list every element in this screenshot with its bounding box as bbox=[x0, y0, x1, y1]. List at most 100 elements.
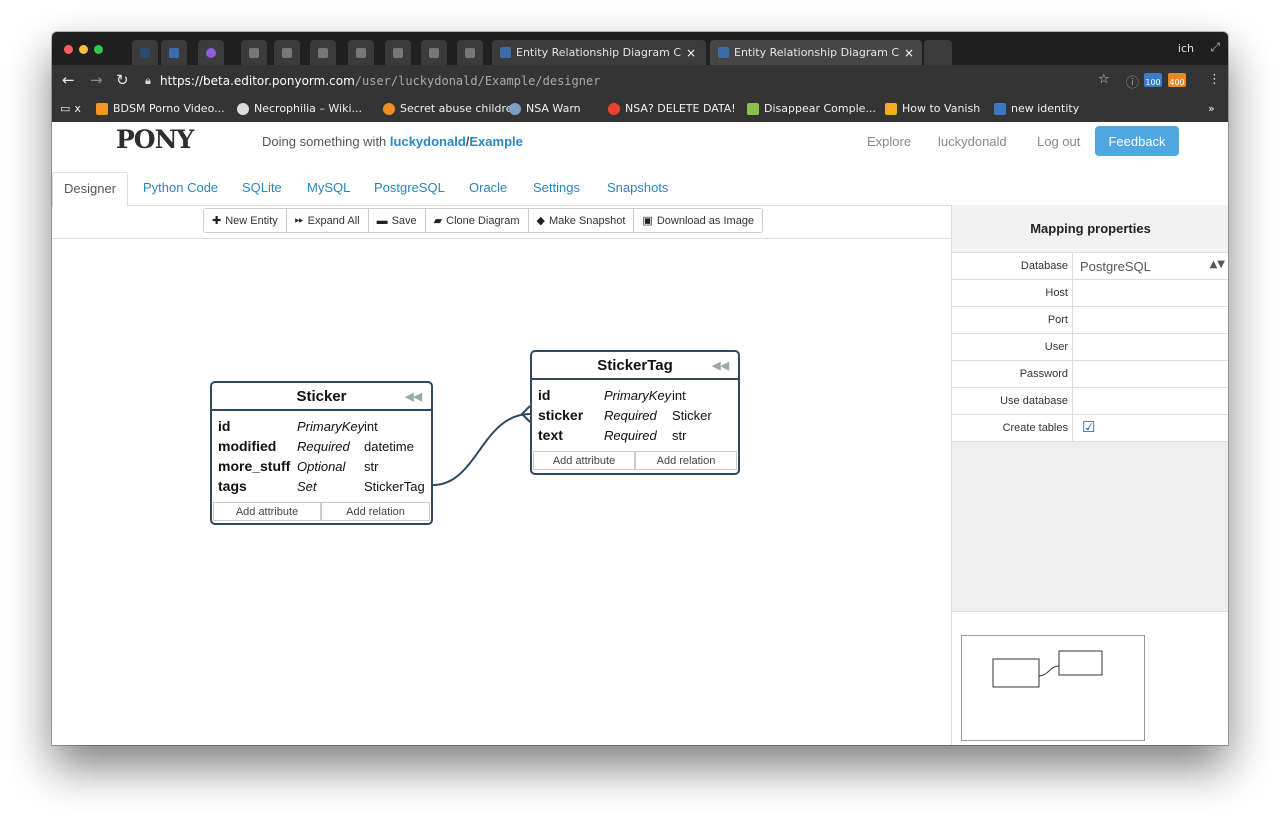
property-row-password: Password bbox=[952, 361, 1228, 388]
tab-title: Entity Relationship Diagram C bbox=[734, 46, 900, 59]
attr-name[interactable]: modified bbox=[218, 438, 276, 454]
close-icon[interactable]: × bbox=[686, 46, 696, 60]
attr-type: int bbox=[364, 419, 378, 434]
app-icon bbox=[206, 47, 216, 58]
database-select[interactable]: PostgreSQL bbox=[1080, 259, 1151, 274]
property-label: Port bbox=[952, 307, 1073, 333]
add-attribute-button[interactable]: Add attribute bbox=[213, 502, 321, 521]
reload-button[interactable]: ↻ bbox=[116, 71, 129, 89]
add-relation-button[interactable]: Add relation bbox=[635, 451, 737, 470]
property-row-host: Host bbox=[952, 280, 1228, 307]
collapse-icon[interactable]: ◀◀ bbox=[712, 359, 729, 372]
property-row-port: Port bbox=[952, 307, 1228, 334]
bookmark-item[interactable]: Necrophilia – Wiki... bbox=[237, 102, 362, 115]
image-icon bbox=[318, 47, 328, 58]
property-row-create-tables: Create tables ☑ bbox=[952, 415, 1228, 442]
wikipedia-icon bbox=[237, 102, 249, 115]
pinned-tab[interactable] bbox=[310, 40, 336, 65]
bookmark-item[interactable]: How to Vanish bbox=[885, 102, 980, 115]
bookmark-item[interactable]: Disappear Comple... bbox=[747, 102, 876, 115]
back-button[interactable]: ← bbox=[62, 71, 75, 89]
bookmarks-overflow-button[interactable]: » bbox=[1208, 102, 1215, 115]
site-icon bbox=[885, 102, 897, 115]
attr-type: Sticker bbox=[672, 408, 712, 423]
fullscreen-icon[interactable]: ⤢ bbox=[1210, 40, 1220, 55]
property-label: Create tables bbox=[952, 415, 1073, 441]
logout-link[interactable]: Log out bbox=[1037, 134, 1080, 149]
profile-name[interactable]: ich bbox=[1178, 42, 1194, 55]
attr-name[interactable]: id bbox=[218, 418, 230, 434]
minimap[interactable] bbox=[961, 635, 1145, 741]
bookmark-item[interactable]: Secret abuse children bbox=[383, 102, 519, 115]
site-icon bbox=[509, 102, 521, 115]
entity-header[interactable]: StickerTag ◀◀ bbox=[532, 352, 738, 380]
bookmark-item[interactable]: NSA? DELETE DATA! bbox=[608, 102, 736, 115]
pinned-tab[interactable] bbox=[198, 40, 224, 65]
entity-stickertag[interactable]: StickerTag ◀◀ id PrimaryKey int sticker … bbox=[530, 350, 740, 475]
add-attribute-button[interactable]: Add attribute bbox=[533, 451, 635, 470]
browser-tab-active[interactable]: Entity Relationship Diagram C × bbox=[710, 40, 922, 65]
browser-tab[interactable]: Entity Relationship Diagram C × bbox=[492, 40, 706, 65]
attr-name[interactable]: more_stuff bbox=[218, 458, 290, 474]
attr-type: datetime bbox=[364, 439, 414, 454]
property-row-database: Database PostgreSQL ▲▼ bbox=[952, 253, 1228, 280]
pinned-tab[interactable] bbox=[132, 40, 158, 65]
info-icon[interactable]: ⓘ bbox=[1126, 72, 1139, 91]
star-icon[interactable]: ☆ bbox=[1098, 72, 1110, 87]
create-tables-checkbox[interactable]: ☑ bbox=[1082, 418, 1095, 436]
attr-type: str bbox=[364, 459, 379, 474]
site-icon bbox=[96, 102, 108, 115]
entity-sticker[interactable]: Sticker ◀◀ id PrimaryKey int modified Re… bbox=[210, 381, 433, 525]
extension-icon[interactable]: 100 bbox=[1144, 73, 1162, 87]
relation-connector bbox=[432, 405, 531, 486]
attr-kind: Set bbox=[297, 479, 317, 494]
pinned-tab[interactable] bbox=[348, 40, 374, 65]
attr-name[interactable]: id bbox=[538, 387, 550, 403]
image-icon bbox=[282, 47, 292, 58]
attr-type: int bbox=[672, 388, 686, 403]
close-window-button[interactable] bbox=[64, 45, 73, 54]
browser-window: Entity Relationship Diagram C × Entity R… bbox=[52, 32, 1228, 745]
pony-icon bbox=[140, 47, 150, 58]
attr-name[interactable]: tags bbox=[218, 478, 247, 494]
property-label: Host bbox=[952, 280, 1073, 306]
property-row-use-database: Use database bbox=[952, 388, 1228, 415]
bookmark-item[interactable]: NSA Warn bbox=[509, 102, 581, 115]
rss-icon[interactable]: 400 bbox=[1168, 73, 1186, 87]
property-label: Database bbox=[952, 253, 1073, 279]
bookmark-item[interactable]: BDSM Porno Video... bbox=[96, 102, 225, 115]
folder-icon: ▭ bbox=[60, 102, 71, 115]
attr-name[interactable]: sticker bbox=[538, 407, 583, 423]
bookmark-folder[interactable]: ▭ x bbox=[60, 102, 81, 115]
url-host: beta.editor.ponyorm.com bbox=[203, 74, 355, 88]
pinned-tab[interactable] bbox=[421, 40, 447, 65]
collapse-icon[interactable]: ◀◀ bbox=[405, 390, 422, 403]
attr-kind: PrimaryKey bbox=[604, 388, 672, 403]
pinned-tab[interactable] bbox=[241, 40, 267, 65]
forward-button[interactable]: → bbox=[90, 71, 103, 89]
browser-tab-strip: Entity Relationship Diagram C × Entity R… bbox=[52, 32, 1228, 65]
pinned-tab[interactable] bbox=[161, 40, 187, 65]
pinned-tab[interactable] bbox=[385, 40, 411, 65]
site-icon bbox=[994, 102, 1006, 115]
property-row-user: User bbox=[952, 334, 1228, 361]
attr-kind: Required bbox=[604, 428, 657, 443]
feedback-button[interactable]: Feedback bbox=[1095, 126, 1179, 156]
bookmark-item[interactable]: new identity bbox=[994, 102, 1079, 115]
menu-icon[interactable]: ⋮ bbox=[1208, 72, 1221, 87]
site-icon bbox=[747, 102, 759, 115]
maximize-window-button[interactable] bbox=[94, 45, 103, 54]
page: PONY Doing something with luckydonald/Ex… bbox=[52, 122, 1228, 745]
select-arrows-icon[interactable]: ▲▼ bbox=[1210, 259, 1225, 270]
pinned-tab[interactable] bbox=[457, 40, 483, 65]
minimize-window-button[interactable] bbox=[79, 45, 88, 54]
minimap-diagram bbox=[992, 650, 1103, 688]
new-tab-button[interactable] bbox=[924, 40, 952, 65]
add-relation-button[interactable]: Add relation bbox=[321, 502, 430, 521]
url-field[interactable]: https://beta.editor.ponyorm.com/user/luc… bbox=[160, 74, 600, 88]
property-label: Use database bbox=[952, 388, 1073, 414]
attr-name[interactable]: text bbox=[538, 427, 563, 443]
entity-header[interactable]: Sticker ◀◀ bbox=[212, 383, 431, 411]
pinned-tab[interactable] bbox=[274, 40, 300, 65]
close-icon[interactable]: × bbox=[904, 46, 914, 60]
